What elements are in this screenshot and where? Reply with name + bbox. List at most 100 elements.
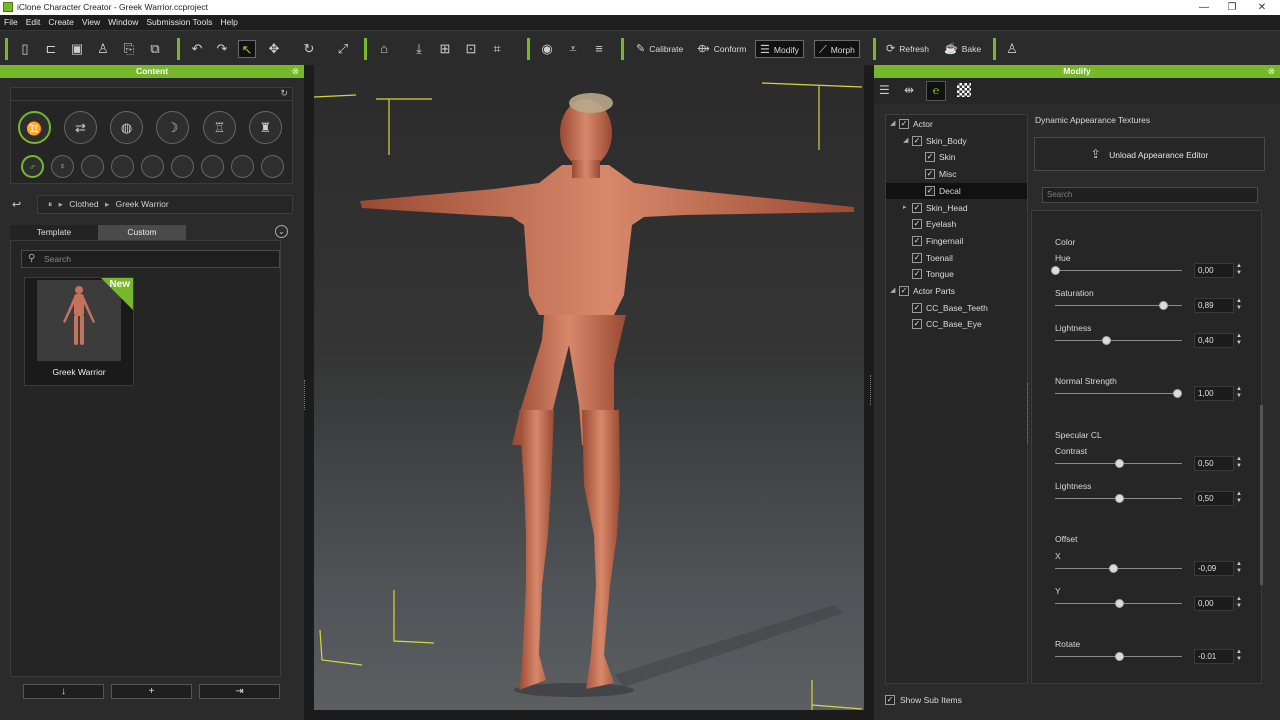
sliders-tab-icon[interactable]: ☰ [879,83,890,97]
close-panel-icon[interactable]: ⊗ [292,65,299,78]
properties-search-input[interactable]: Search [1042,187,1258,203]
save-icon[interactable]: ▣ [68,40,86,58]
align-bottom-icon[interactable]: ⤓ [410,40,428,58]
collapse-icon[interactable]: ◢ [890,283,895,299]
refresh-button[interactable]: ⟳ Refresh [882,40,933,58]
morph-category-icon[interactable]: ⇄ [64,111,97,144]
frame-all-icon[interactable]: ⊞ [436,40,454,58]
slider-handle-lightness[interactable] [1101,336,1111,345]
close-panel-icon[interactable]: ⊗ [1268,65,1275,78]
tree-item[interactable]: ✓ CC_Base_Eye [886,316,1027,332]
slider-handle-normal-strength[interactable] [1172,389,1182,398]
tree-item[interactable]: ✓ Decal [886,182,1027,199]
spinner-arrows-icon[interactable]: ▲ ▼ [1235,456,1243,471]
tree-item[interactable]: ✓ Toenail [886,250,1027,266]
subcategory-slot[interactable] [201,155,224,178]
download-button[interactable]: ↓ [23,684,104,699]
add-button[interactable]: + [111,684,192,699]
undo-icon[interactable]: ↶ [188,40,206,58]
tree-item[interactable]: ◢ ✓ Actor [886,116,1027,132]
tree-item[interactable]: ✓ Fingernail [886,233,1027,249]
subcategory-slot[interactable] [141,155,164,178]
spinner-arrows-icon[interactable]: ▲ ▼ [1235,298,1243,313]
select-tool-icon[interactable]: ↖ [238,40,256,58]
slider-handle-rotate[interactable] [1114,652,1124,661]
slider-handle-offset-x[interactable] [1109,564,1119,573]
checkbox[interactable]: ✓ [912,135,922,146]
character-icon[interactable]: ♙ [94,40,112,58]
splitter-handle[interactable] [304,380,307,410]
content-item[interactable]: New Greek Warrior [24,277,134,386]
skin-category-icon[interactable]: ◍ [110,111,143,144]
menu-file[interactable]: File [0,15,22,30]
refresh-category-icon[interactable]: ↻ [280,88,288,99]
slider-handle-saturation[interactable] [1158,301,1168,310]
subcategory-slot[interactable] [231,155,254,178]
checkbox[interactable]: ✓ [899,119,909,129]
menu-help[interactable]: Help [216,15,241,30]
slider-track-normal-strength[interactable] [1055,393,1182,394]
export-icon[interactable]: ⎘ [120,40,138,58]
slider-value-contrast[interactable]: 0,50 [1194,456,1234,471]
slider-handle-contrast[interactable] [1114,459,1124,468]
back-icon[interactable]: ↩ [12,198,21,211]
slider-value-normal-strength[interactable]: 1,00 [1194,386,1234,401]
checkbox[interactable]: ✓ [912,302,922,313]
checkbox[interactable]: ✓ [925,185,935,196]
slider-value-saturation[interactable]: 0,89 [1194,298,1234,313]
spinner-arrows-icon[interactable]: ▲ ▼ [1235,561,1243,576]
visibility-eye-icon[interactable]: ◉ [538,40,556,58]
splitter-handle[interactable] [1027,383,1030,443]
subcategory-female-icon[interactable]: ♀ [51,155,74,178]
checkbox[interactable]: ✓ [925,169,935,180]
menu-submission-tools[interactable]: Submission Tools [142,15,216,30]
spinner-arrows-icon[interactable]: ▲ ▼ [1235,386,1243,401]
menu-window[interactable]: Window [104,15,142,30]
subcategory-slot[interactable] [111,155,134,178]
scale-tool-icon[interactable]: ⤢ [334,40,352,58]
breadcrumb-root-icon[interactable]: ⏸ [48,199,52,209]
slider-track-offset-x[interactable] [1055,568,1182,569]
checkbox[interactable]: ✓ [899,286,909,296]
slider-value-hue[interactable]: 0,00 [1194,263,1234,278]
morph-button[interactable]: ⟋ Morph [814,40,860,58]
slider-track-hue[interactable] [1055,270,1182,271]
menu-edit[interactable]: Edit [22,15,45,30]
body-category-icon[interactable]: ♊ [18,111,51,144]
subcategory-male-icon[interactable]: ♂ [21,155,44,178]
tree-item[interactable]: ◢ ✓ Actor Parts [886,283,1027,299]
unload-appearance-editor-button[interactable]: ⇪ Unload Appearance Editor [1034,137,1265,171]
accessory-category-icon[interactable]: ♜ [249,111,282,144]
3d-viewport[interactable] [314,65,864,710]
checkbox[interactable]: ✓ [925,152,935,163]
texture-tab-icon[interactable] [957,83,971,97]
open-folder-icon[interactable]: ⊏ [42,40,60,58]
checkbox[interactable]: ✓ [912,219,922,230]
calibrate-button[interactable]: ✎ Calibrate [632,40,687,58]
checkbox[interactable]: ✓ [912,235,922,246]
spinner-arrows-icon[interactable]: ▲ ▼ [1235,491,1243,506]
checkbox[interactable]: ✓ [912,319,922,330]
slider-value-lightness[interactable]: 0,40 [1194,333,1234,348]
slider-track-lightness[interactable] [1055,340,1182,341]
rotate-tool-icon[interactable]: ↻ [300,40,318,58]
subcategory-slot[interactable] [81,155,104,178]
modify-button[interactable]: ☰ Modify [755,40,804,58]
slider-value-offset-x[interactable]: -0,09 [1194,561,1234,576]
conform-button[interactable]: ⟴ Conform [693,40,750,58]
subcategory-slot[interactable] [171,155,194,178]
slider-handle-hue[interactable] [1051,266,1060,275]
tab-custom[interactable]: Custom [98,225,186,240]
subcategory-slot[interactable] [261,155,284,178]
tree-item[interactable]: ✓ Skin [886,149,1027,165]
restore-button[interactable]: ❐ [1216,0,1248,15]
slider-value-offset-y[interactable]: 0,00 [1194,596,1234,611]
breadcrumb-clothed[interactable]: Clothed [69,199,98,209]
menu-create[interactable]: Create [44,15,78,30]
material-tab-icon[interactable]: ℮ [926,81,946,101]
menu-view[interactable]: View [78,15,104,30]
collapse-icon[interactable]: ◢ [890,116,895,132]
tree-item[interactable]: ✓ Tongue [886,266,1027,282]
content-search-input[interactable]: ⚲ Search [21,250,280,268]
home-camera-icon[interactable]: ⌂ [375,40,393,58]
